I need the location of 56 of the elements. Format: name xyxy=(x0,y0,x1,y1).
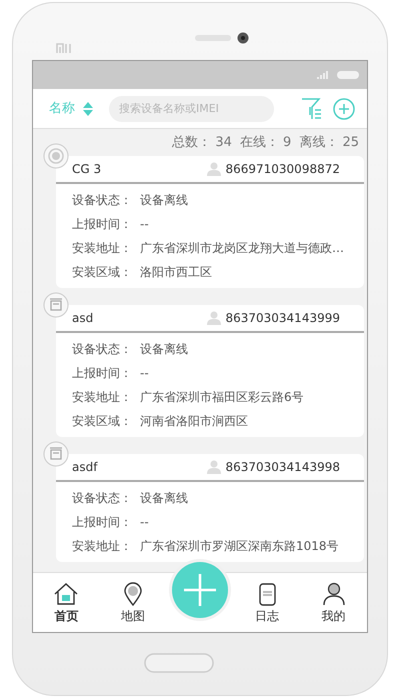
device-card[interactable]: asd 863703034143999 设备状态： 设备离线 上报时间： -- 安装地址： 广东省深圳市福田区彩云路6号 安装区域： 河南省洛阳市涧西区 xyxy=(56,304,364,436)
plus-icon xyxy=(184,574,216,606)
imei-text: 866971030098872 xyxy=(225,160,340,178)
person-icon xyxy=(207,460,222,474)
field-label: 设备状态： xyxy=(72,340,132,358)
search-field[interactable]: 搜索设备名称或IMEI xyxy=(109,96,274,122)
field-label: 上报时间： xyxy=(72,364,132,382)
logo-icon xyxy=(56,43,74,54)
device-name: asdf xyxy=(72,458,98,476)
person-icon xyxy=(207,310,222,324)
imei-text: 863703034143999 xyxy=(225,310,340,326)
field-label: 安装地址： xyxy=(72,388,132,406)
field-value: 设备离线 xyxy=(140,490,188,506)
field-value: 广东省深圳市福田区彩云路6号 xyxy=(140,388,304,406)
field-label: 上报时间： xyxy=(72,216,132,232)
imei-text: 863703034143998 xyxy=(225,458,340,476)
device-name: CG 3 xyxy=(72,160,102,178)
field-label: 安装地址： xyxy=(72,240,132,256)
tab-button[interactable]: 首页 xyxy=(53,573,80,632)
device-icon xyxy=(43,440,69,466)
field-value: 河南省洛阳市涧西区 xyxy=(140,412,248,430)
field-label: 设备状态： xyxy=(72,490,132,506)
summary-stat: 离线： 25 xyxy=(299,134,359,152)
device-card[interactable]: CG 3 866971030098872 设备状态： 设备离线 上报时间： -- 安装地址： 广东省深圳市龙岗区龙翔大道与德政… 安装区域： 洛阳市西工区 xyxy=(56,156,364,288)
home-button[interactable] xyxy=(144,653,214,673)
field-value: -- xyxy=(140,364,149,382)
field-value: 设备离线 xyxy=(140,340,188,358)
device-icon xyxy=(43,292,69,318)
tab-button[interactable]: 地图 xyxy=(120,573,146,632)
home-icon xyxy=(53,581,80,607)
sort-icon xyxy=(83,100,93,116)
target-icon xyxy=(43,142,69,168)
device-name: asd xyxy=(72,310,94,326)
field-value: 设备离线 xyxy=(140,192,188,208)
device-card[interactable]: asdf 863703034143998 设备状态： 设备离线 上报时间： -- 安装地址： 广东省深圳市罗湖区深南东路1018号 xyxy=(56,454,364,562)
person-icon xyxy=(207,162,222,176)
field-label: 安装区域： xyxy=(72,412,132,430)
field-label: 安装地址： xyxy=(72,538,132,554)
battery-icon xyxy=(337,71,359,79)
field-value: 广东省深圳市龙岗区龙翔大道与德政… xyxy=(140,240,344,256)
add-button[interactable] xyxy=(172,562,228,618)
add-icon[interactable] xyxy=(333,98,355,120)
tab-button[interactable]: 我的 xyxy=(320,573,347,632)
field-value: -- xyxy=(140,514,149,530)
summary-stat: 总数： 34 xyxy=(172,134,232,152)
field-value: -- xyxy=(140,216,149,232)
field-value: 广东省深圳市罗湖区深南东路1018号 xyxy=(140,538,339,554)
field-label: 设备状态： xyxy=(72,192,132,208)
signal-icon xyxy=(317,71,329,79)
field-label: 安装区域： xyxy=(72,264,132,280)
summary-stat: 在线： 9 xyxy=(240,134,292,152)
field-label: 上报时间： xyxy=(72,514,132,530)
field-value: 洛阳市西工区 xyxy=(140,264,212,280)
person-icon xyxy=(320,581,347,607)
camera-icon xyxy=(237,32,249,44)
tab-button[interactable]: 日志 xyxy=(254,573,280,632)
